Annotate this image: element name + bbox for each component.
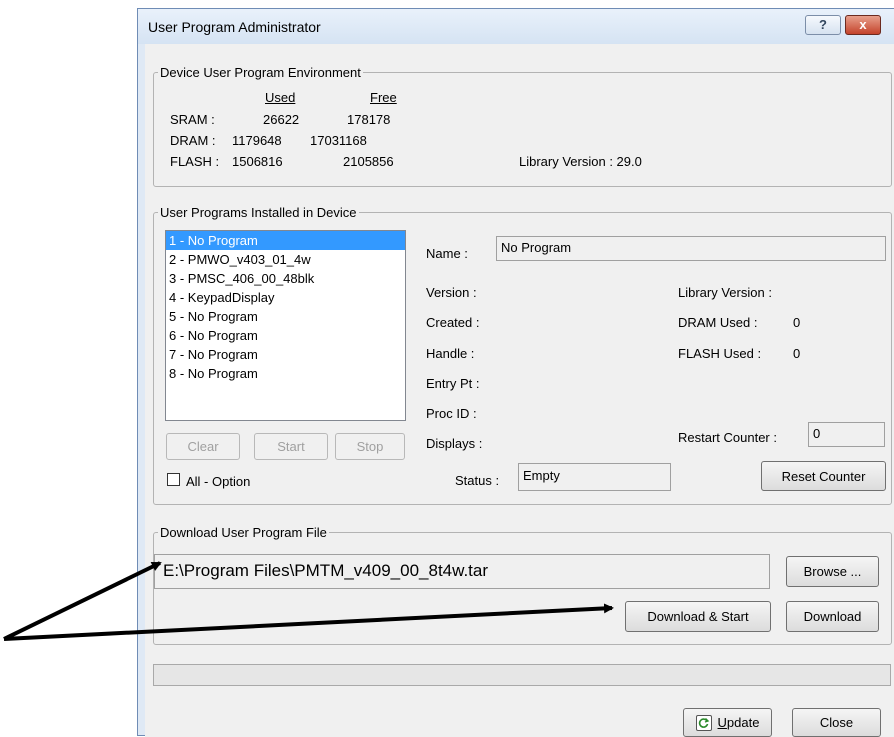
restart-counter-field[interactable]: 0 (808, 422, 885, 447)
dialog-client-area: Device User Program Environment Used Fre… (145, 44, 894, 737)
program-list-item[interactable]: 4 - KeypadDisplay (166, 288, 405, 307)
name-label: Name : (426, 246, 468, 261)
program-name-field[interactable]: No Program (496, 236, 886, 261)
handle-label: Handle : (426, 346, 475, 361)
user-program-administrator-window: User Program Administrator ? x Device Us… (137, 8, 894, 737)
library-version: Library Version : 29.0 (519, 154, 642, 169)
dram-used: 1179648 (232, 133, 282, 148)
entry-point-label: Entry Pt : (426, 376, 480, 391)
used-header: Used (265, 90, 296, 105)
sram-label: SRAM : (170, 112, 215, 127)
browse-button[interactable]: Browse ... (786, 556, 879, 587)
flash-label: FLASH : (170, 154, 220, 169)
program-file-path-field[interactable]: E:\Program Files\PMTM_v409_00_8t4w.tar (154, 554, 770, 589)
installed-programs-legend: User Programs Installed in Device (160, 205, 357, 220)
update-button[interactable]: Update (683, 708, 772, 737)
program-list-item[interactable]: 3 - PMSC_406_00_48blk (166, 269, 405, 288)
proc-id-label: Proc ID : (426, 406, 477, 421)
download-button[interactable]: Download (786, 601, 879, 632)
dram-label: DRAM : (170, 133, 216, 148)
program-list-item[interactable]: 2 - PMWO_v403_01_4w (166, 250, 405, 269)
dram-used-label: DRAM Used : (678, 315, 758, 330)
status-field: Empty (518, 463, 671, 491)
flash-used-label: FLASH Used : (678, 346, 762, 361)
restart-counter-label: Restart Counter : (678, 430, 777, 445)
created-label: Created : (426, 315, 480, 330)
program-list-item[interactable]: 8 - No Program (166, 364, 405, 383)
clear-button[interactable]: Clear (166, 433, 240, 460)
program-list-item[interactable]: 7 - No Program (166, 345, 405, 364)
all-option-label: All - Option (186, 474, 251, 489)
reset-counter-button[interactable]: Reset Counter (761, 461, 886, 491)
progress-bar (153, 664, 891, 686)
refresh-icon (695, 714, 712, 731)
dram-free: 17031168 (310, 133, 367, 148)
dram-used-value: 0 (793, 315, 801, 330)
download-legend: Download User Program File (160, 525, 327, 540)
flash-free: 2105856 (343, 154, 394, 169)
start-button[interactable]: Start (254, 433, 328, 460)
program-list-item[interactable]: 5 - No Program (166, 307, 405, 326)
title-bar[interactable]: User Program Administrator ? x (138, 9, 894, 44)
update-label: Update (717, 715, 760, 730)
program-list-item[interactable]: 1 - No Program (166, 231, 405, 250)
close-button[interactable]: Close (792, 708, 881, 737)
close-window-button[interactable]: x (845, 15, 881, 35)
program-list-item[interactable]: 6 - No Program (166, 326, 405, 345)
all-option-checkbox[interactable] (167, 473, 180, 486)
sram-used: 26622 (263, 112, 300, 127)
status-label: Status : (455, 473, 500, 488)
program-library-version-label: Library Version : (678, 285, 772, 300)
download-and-start-button[interactable]: Download & Start (625, 601, 771, 632)
stop-button[interactable]: Stop (335, 433, 405, 460)
version-label: Version : (426, 285, 477, 300)
flash-used: 1506816 (232, 154, 283, 169)
flash-used-value: 0 (793, 346, 801, 361)
displays-label: Displays : (426, 436, 483, 451)
help-button[interactable]: ? (805, 15, 841, 35)
window-title: User Program Administrator (148, 19, 321, 35)
sram-free: 178178 (347, 112, 391, 127)
device-environment-legend: Device User Program Environment (160, 65, 361, 80)
program-listbox[interactable]: 1 - No Program 2 - PMWO_v403_01_4w 3 - PMS… (165, 230, 406, 421)
free-header: Free (370, 90, 397, 105)
